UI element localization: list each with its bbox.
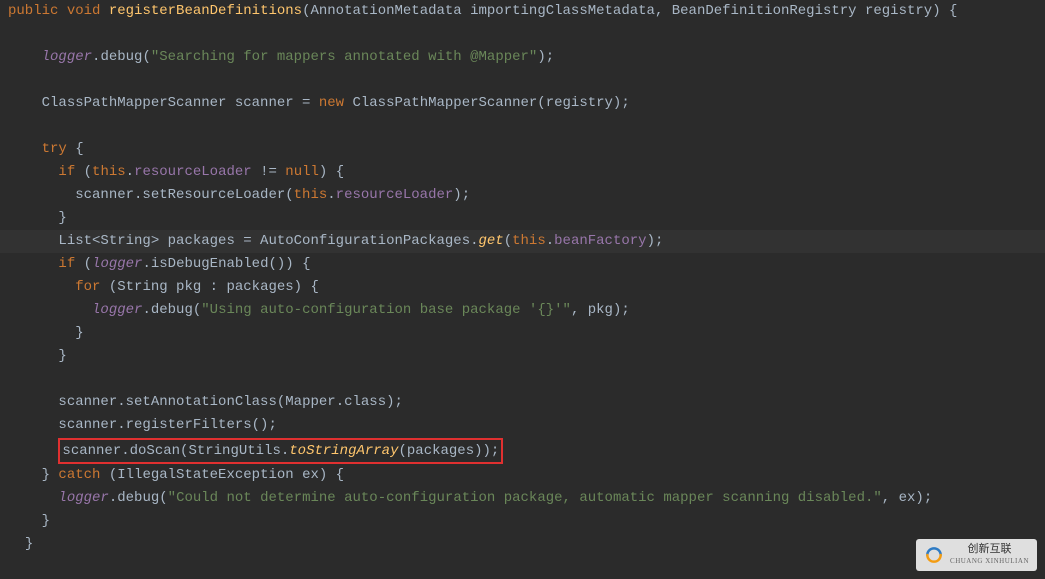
keyword-new: new (319, 95, 344, 111)
logger-ref: logger (42, 49, 92, 65)
highlighted-box: scanner.doScan(StringUtils.toStringArray… (58, 438, 503, 464)
code-line: ClassPathMapperScanner scanner = new Cla… (8, 95, 630, 111)
code-editor-cont[interactable]: if (logger.isDebugEnabled()) { for (Stri… (0, 253, 1045, 556)
code-line-highlighted: scanner.doScan(StringUtils.toStringArray… (8, 443, 503, 459)
code-line: scanner.setResourceLoader(this.resourceL… (8, 187, 470, 203)
static-method-get: get (479, 233, 504, 249)
keyword-public: public (8, 3, 58, 19)
code-line: logger.debug("Could not determine auto-c… (8, 490, 932, 506)
code-editor[interactable]: public void registerBeanDefinitions(Anno… (0, 0, 1045, 230)
highlighted-line: List<String> packages = AutoConfiguratio… (0, 230, 1045, 253)
code-line: logger.debug("Searching for mappers anno… (8, 49, 554, 65)
string-literal: "Searching for mappers annotated with @M… (151, 49, 537, 65)
code-line: } (8, 348, 67, 364)
code-line: try { (8, 141, 84, 157)
code-line: for (String pkg : packages) { (8, 279, 319, 295)
code-line: if (this.resourceLoader != null) { (8, 164, 344, 180)
code-line: logger.debug("Using auto-configuration b… (8, 302, 630, 318)
static-method-toStringArray: toStringArray (289, 443, 398, 459)
field-beanFactory: beanFactory (554, 233, 646, 249)
code-line: } (8, 513, 50, 529)
code-line: public void registerBeanDefinitions(Anno… (8, 3, 957, 19)
code-line: if (logger.isDebugEnabled()) { (8, 256, 311, 272)
field-resourceLoader: resourceLoader (134, 164, 252, 180)
watermark-text: 创新互联 CHUANG XINHULIAN (950, 543, 1029, 567)
code-line: } (8, 536, 33, 552)
watermark-logo-icon (924, 545, 944, 565)
code-line: } (8, 325, 84, 341)
keyword-try: try (42, 141, 67, 157)
code-line: } catch (IllegalStateException ex) { (8, 467, 344, 483)
method-decl: registerBeanDefinitions (109, 3, 302, 19)
class-ref-mapper: Mapper (285, 394, 335, 410)
keyword-for: for (75, 279, 100, 295)
code-line: } (8, 210, 67, 226)
code-line: scanner.registerFilters(); (8, 417, 277, 433)
keyword-if: if (58, 164, 75, 180)
keyword-void: void (67, 3, 101, 19)
keyword-catch: catch (58, 467, 100, 483)
watermark: 创新互联 CHUANG XINHULIAN (916, 539, 1037, 571)
code-line: scanner.setAnnotationClass(Mapper.class)… (8, 394, 403, 410)
